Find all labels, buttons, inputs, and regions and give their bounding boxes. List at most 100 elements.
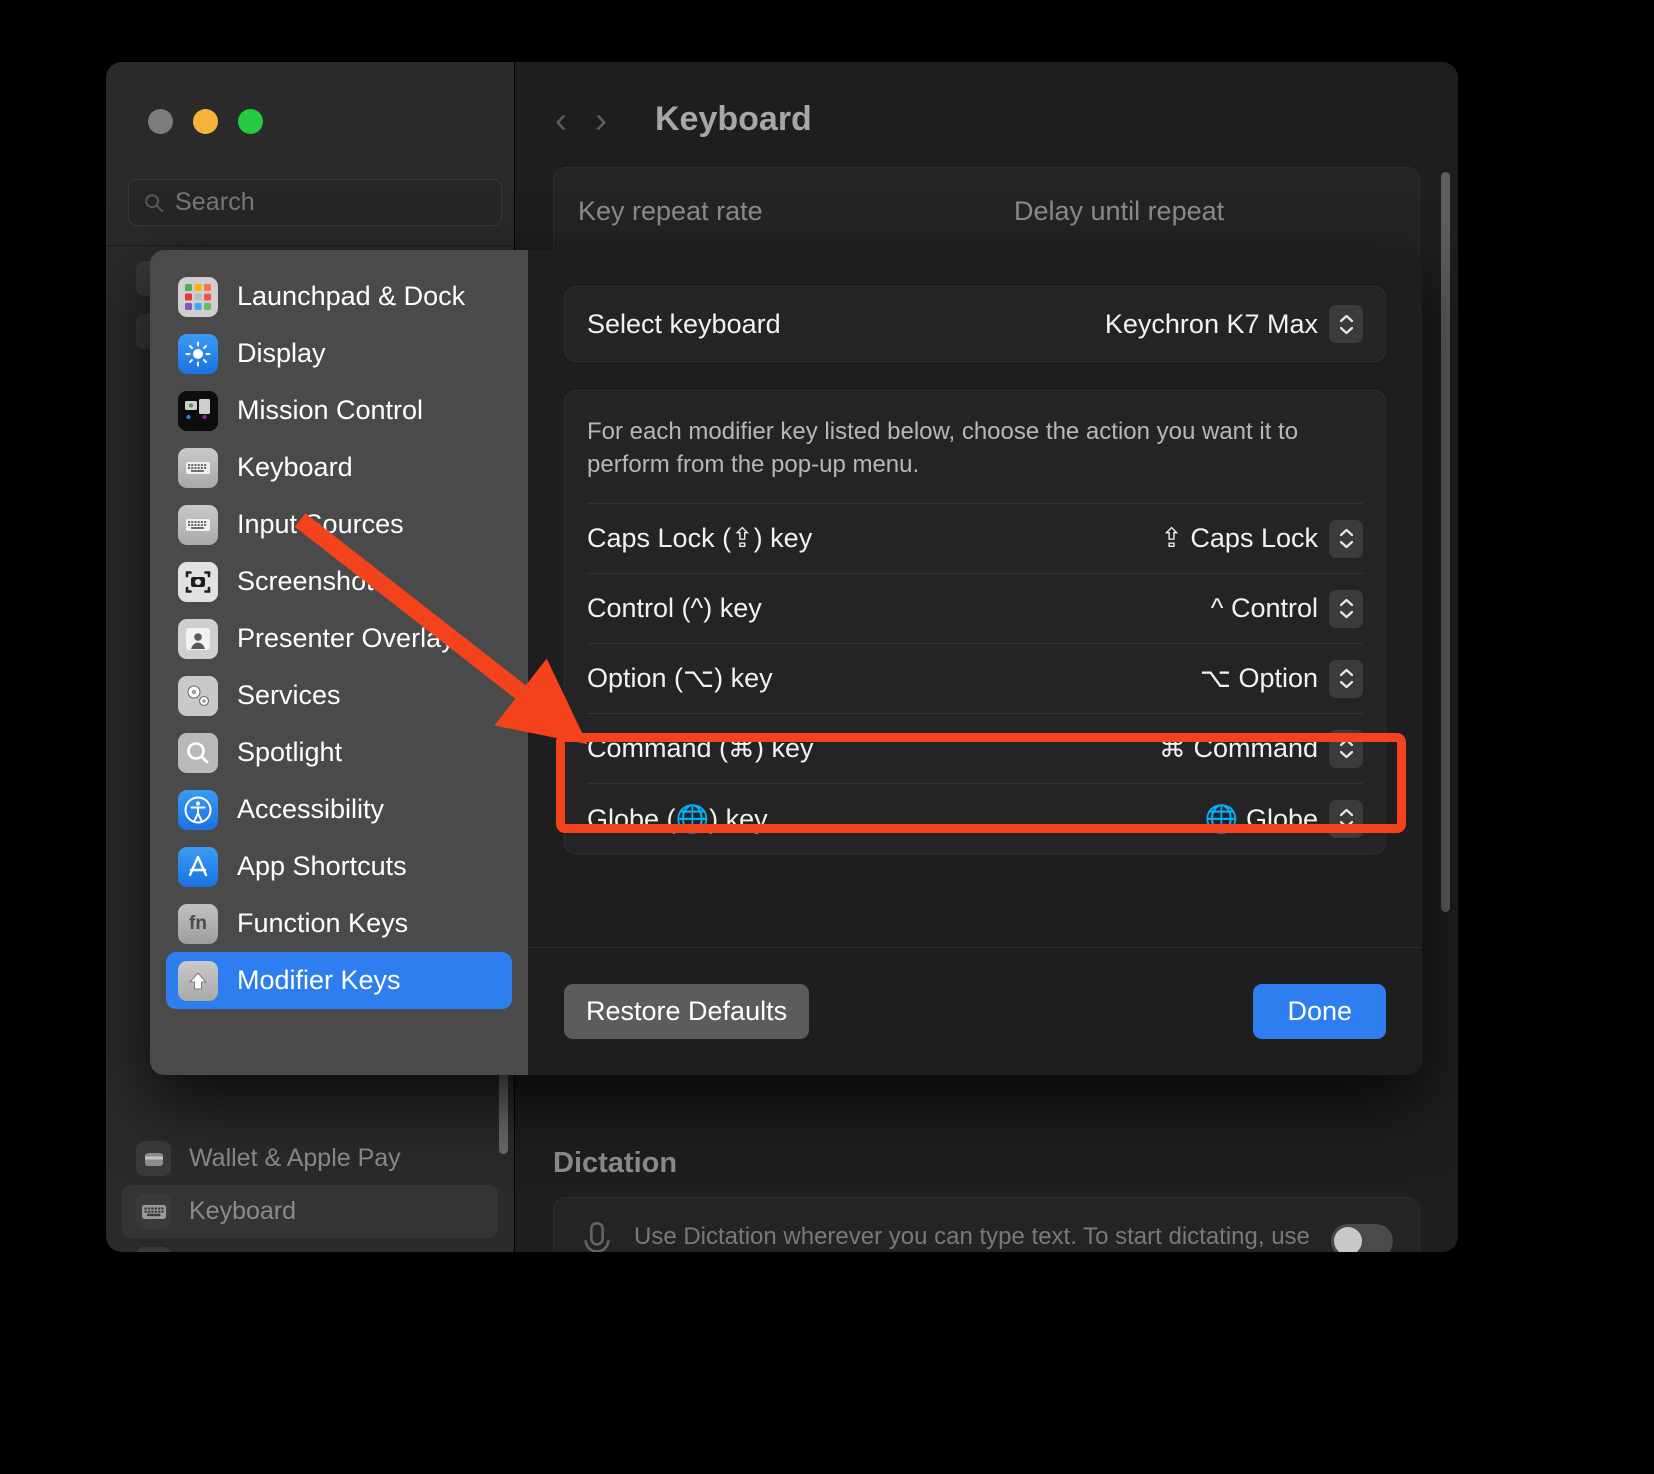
modifier-label: Globe (🌐) key — [587, 803, 768, 834]
sheet-item-label: Services — [237, 680, 341, 710]
select-keyboard-label: Select keyboard — [587, 308, 781, 339]
sheet-item-label: Screenshots — [237, 566, 388, 596]
sheet-item-label: Modifier Keys — [237, 965, 401, 995]
chevron-up-icon — [1339, 809, 1353, 817]
navigation-controls: ‹ › Keyboard — [555, 100, 812, 139]
select-keyboard-popup-button[interactable] — [1329, 305, 1363, 343]
chevron-up-icon — [1339, 529, 1353, 537]
minimize-button[interactable] — [193, 109, 218, 134]
chevron-down-icon — [1339, 821, 1353, 829]
search-icon — [145, 193, 164, 212]
microphone-icon — [584, 1221, 610, 1252]
sheet-item-function-keys[interactable]: fn Function Keys — [166, 895, 512, 952]
sheet-item-label: Mission Control — [237, 395, 424, 425]
modifier-value: ⇪ Caps Lock — [1160, 523, 1318, 554]
chevron-up-icon — [1339, 739, 1353, 747]
launchpad-dock-icon — [178, 276, 218, 317]
app-shortcuts-icon — [178, 846, 218, 887]
sheet-item-accessibility[interactable]: Accessibility — [166, 781, 512, 838]
keyboard-icon — [136, 1194, 171, 1229]
chevron-down-icon — [1339, 751, 1353, 759]
dictation-toggle[interactable] — [1331, 1224, 1393, 1252]
sidebar-scrollbar[interactable] — [499, 1072, 508, 1154]
dictation-card: Use Dictation wherever you can type text… — [553, 1197, 1420, 1252]
sidebar-divider — [106, 245, 514, 246]
sheet-item-input-sources[interactable]: Input Sources — [166, 496, 512, 553]
window-traffic-lights[interactable] — [148, 109, 263, 134]
close-button[interactable] — [148, 109, 173, 134]
modifier-label: Option (⌥) key — [587, 663, 773, 694]
chevron-down-icon — [1339, 541, 1353, 549]
sheet-item-app-shortcuts[interactable]: App Shortcuts — [166, 838, 512, 895]
sheet-item-label: Spotlight — [237, 737, 343, 767]
sheet-item-label: Display — [237, 338, 326, 368]
accessibility-icon — [178, 789, 218, 830]
globe-popup-button[interactable] — [1329, 799, 1363, 838]
modifier-row-control: Control (^) key ^ Control — [587, 573, 1363, 643]
modifier-keys-icon — [178, 960, 218, 1001]
spotlight-icon — [178, 732, 218, 773]
sidebar-item-wallet-apple-pay[interactable]: Wallet & Apple Pay — [122, 1132, 498, 1185]
chevron-down-icon — [1339, 326, 1353, 334]
mission-control-icon — [178, 390, 218, 431]
modifier-label: Control (^) key — [587, 593, 762, 624]
search-input[interactable]: Search — [128, 179, 502, 226]
zoom-button[interactable] — [238, 109, 263, 134]
done-button[interactable]: Done — [1253, 984, 1386, 1039]
modifier-description: For each modifier key listed below, choo… — [587, 418, 1299, 479]
sheet-item-mission-control[interactable]: Mission Control — [166, 382, 512, 439]
dictation-heading: Dictation — [553, 1147, 678, 1179]
option-popup-button[interactable] — [1329, 659, 1363, 698]
select-keyboard-row: Select keyboard Keychron K7 Max — [564, 286, 1386, 362]
mouse-icon — [136, 1247, 171, 1252]
sheet-item-screenshots[interactable]: Screenshots — [166, 553, 512, 610]
select-keyboard-value: Keychron K7 Max — [1104, 308, 1318, 339]
delay-until-repeat-label: Delay until repeat — [1014, 196, 1225, 226]
forward-button[interactable]: › — [595, 101, 607, 138]
chevron-down-icon — [1339, 681, 1353, 689]
services-icon — [178, 675, 218, 716]
sheet-item-label: Accessibility — [237, 794, 385, 824]
back-button[interactable]: ‹ — [555, 101, 567, 138]
sheet-item-modifier-keys[interactable]: Modifier Keys — [166, 952, 512, 1009]
sidebar-item-mouse[interactable]: Mouse — [122, 1238, 498, 1252]
chevron-up-icon — [1339, 314, 1353, 322]
modifier-value: 🌐 Globe — [1204, 803, 1318, 834]
display-icon — [178, 333, 218, 374]
sheet-item-presenter-overlay[interactable]: Presenter Overlay — [166, 610, 512, 667]
control-popup-button[interactable] — [1329, 589, 1363, 628]
modifier-label: Caps Lock (⇪) key — [587, 523, 813, 554]
sheet-item-label: Launchpad & Dock — [237, 281, 466, 311]
sheet-item-label: Keyboard — [237, 452, 353, 482]
key-repeat-rate-label: Key repeat rate — [578, 196, 763, 226]
keyboard-icon — [178, 447, 218, 488]
sheet-item-label: Function Keys — [237, 908, 409, 938]
caps-lock-popup-button[interactable] — [1329, 519, 1363, 558]
sheet-item-display[interactable]: Display — [166, 325, 512, 382]
chevron-up-icon — [1339, 669, 1353, 677]
restore-defaults-button[interactable]: Restore Defaults — [564, 984, 810, 1039]
sidebar-item-label: Keyboard — [189, 1197, 297, 1225]
sidebar-item-label: Wallet & Apple Pay — [189, 1144, 401, 1172]
modifier-row-option: Option (⌥) key ⌥ Option — [587, 643, 1363, 713]
sheet-detail-pane: Select keyboard Keychron K7 Max For each… — [528, 250, 1422, 1075]
sheet-category-list: Launchpad & Dock Display Mission Control… — [150, 250, 528, 1075]
sheet-item-services[interactable]: Services — [166, 667, 512, 724]
sidebar-item-keyboard[interactable]: Keyboard — [122, 1185, 498, 1238]
screenshots-icon — [178, 561, 218, 602]
sheet-item-label: App Shortcuts — [237, 851, 407, 881]
sheet-item-spotlight[interactable]: Spotlight — [166, 724, 512, 781]
content-scrollbar[interactable] — [1441, 172, 1450, 912]
desktop-backdrop: Search Wallet & Apple Pay Keyboard ‹ › K… — [0, 0, 1654, 1474]
sheet-item-keyboard[interactable]: Keyboard — [166, 439, 512, 496]
modifier-keys-sheet: Launchpad & Dock Display Mission Control… — [150, 250, 1422, 1075]
modifier-row-caps-lock: Caps Lock (⇪) key ⇪ Caps Lock — [587, 503, 1363, 573]
function-keys-icon: fn — [178, 903, 218, 944]
sheet-item-label: Input Sources — [237, 509, 404, 539]
search-placeholder: Search — [175, 188, 255, 216]
presenter-overlay-icon — [178, 618, 218, 659]
modifier-row-command: Command (⌘) key ⌘ Command — [587, 713, 1363, 783]
command-popup-button[interactable] — [1329, 729, 1363, 768]
sheet-item-launchpad-dock[interactable]: Launchpad & Dock — [166, 268, 512, 325]
modifier-label: Command (⌘) key — [587, 733, 814, 764]
